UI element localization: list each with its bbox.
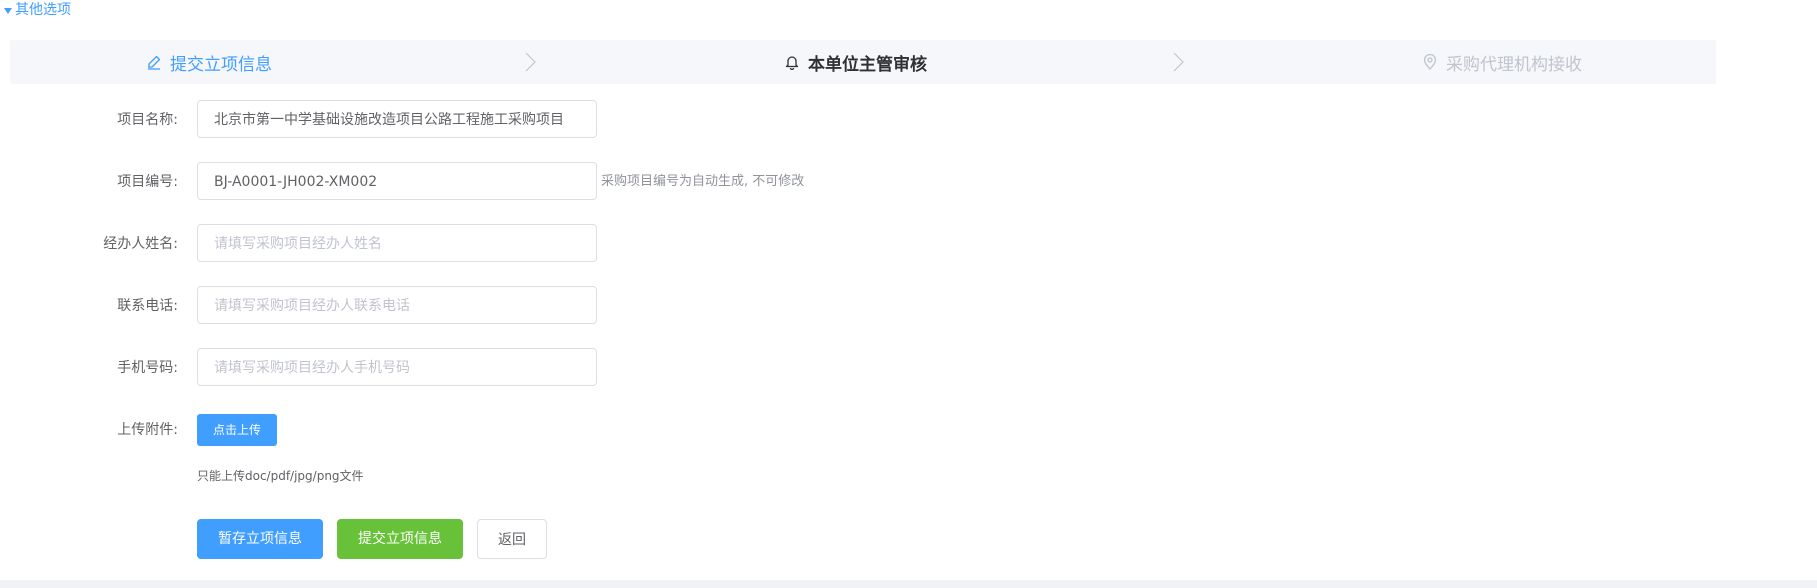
chevron-right-icon <box>525 52 536 72</box>
other-options-toggle[interactable]: 其他选项 <box>4 0 71 20</box>
mobile-row: 手机号码: 请填写采购项目经办人手机号码 <box>0 348 700 388</box>
step-supervisor-review: 本单位主管审核 <box>784 40 927 84</box>
edit-icon <box>148 55 161 70</box>
contact-phone-label: 联系电话: <box>117 298 178 314</box>
location-icon <box>1423 54 1437 70</box>
step-agency-receive: 采购代理机构接收 <box>1422 40 1582 84</box>
step-label: 提交立项信息 <box>170 54 272 75</box>
caret-down-icon <box>4 7 12 14</box>
page-bottom-bar <box>0 580 1817 588</box>
attachment-row: 上传附件: 点击上传 <box>0 410 700 450</box>
contact-phone-input[interactable]: 请填写采购项目经办人联系电话 <box>197 286 597 324</box>
step-label: 采购代理机构接收 <box>1446 54 1582 75</box>
project-code-row: 项目编号: BJ-A0001-JH002-XM002 采购项目编号为自动生成, … <box>0 162 900 202</box>
attachment-label: 上传附件: <box>117 422 178 438</box>
handler-name-input[interactable]: 请填写采购项目经办人姓名 <box>197 224 597 262</box>
project-name-input[interactable]: 北京市第一中学基础设施改造项目公路工程施工采购项目 <box>197 100 597 138</box>
submit-button[interactable]: 提交立项信息 <box>337 519 463 559</box>
step-submit-info: 提交立项信息 <box>146 40 272 84</box>
project-name-label: 项目名称: <box>117 112 178 128</box>
project-code-hint: 采购项目编号为自动生成, 不可修改 <box>601 174 805 189</box>
project-code-input[interactable]: BJ-A0001-JH002-XM002 <box>197 162 597 200</box>
chevron-right-icon <box>1173 52 1184 72</box>
mobile-input[interactable]: 请填写采购项目经办人手机号码 <box>197 348 597 386</box>
project-name-row: 项目名称: 北京市第一中学基础设施改造项目公路工程施工采购项目 <box>0 100 700 140</box>
upload-tip: 只能上传doc/pdf/jpg/png文件 <box>197 469 364 483</box>
bell-icon <box>785 56 799 70</box>
step-label: 本单位主管审核 <box>808 54 927 75</box>
project-code-label: 项目编号: <box>117 174 178 190</box>
upload-button[interactable]: 点击上传 <box>197 414 277 446</box>
handler-name-row: 经办人姓名: 请填写采购项目经办人姓名 <box>0 224 700 264</box>
mobile-label: 手机号码: <box>117 360 178 376</box>
handler-name-label: 经办人姓名: <box>103 236 178 252</box>
contact-phone-row: 联系电话: 请填写采购项目经办人联系电话 <box>0 286 700 326</box>
progress-steps: 提交立项信息 本单位主管审核 采购代理机构接收 <box>10 40 1716 84</box>
other-options-label: 其他选项 <box>15 2 71 18</box>
save-draft-button[interactable]: 暂存立项信息 <box>197 519 323 559</box>
back-button[interactable]: 返回 <box>477 519 547 559</box>
